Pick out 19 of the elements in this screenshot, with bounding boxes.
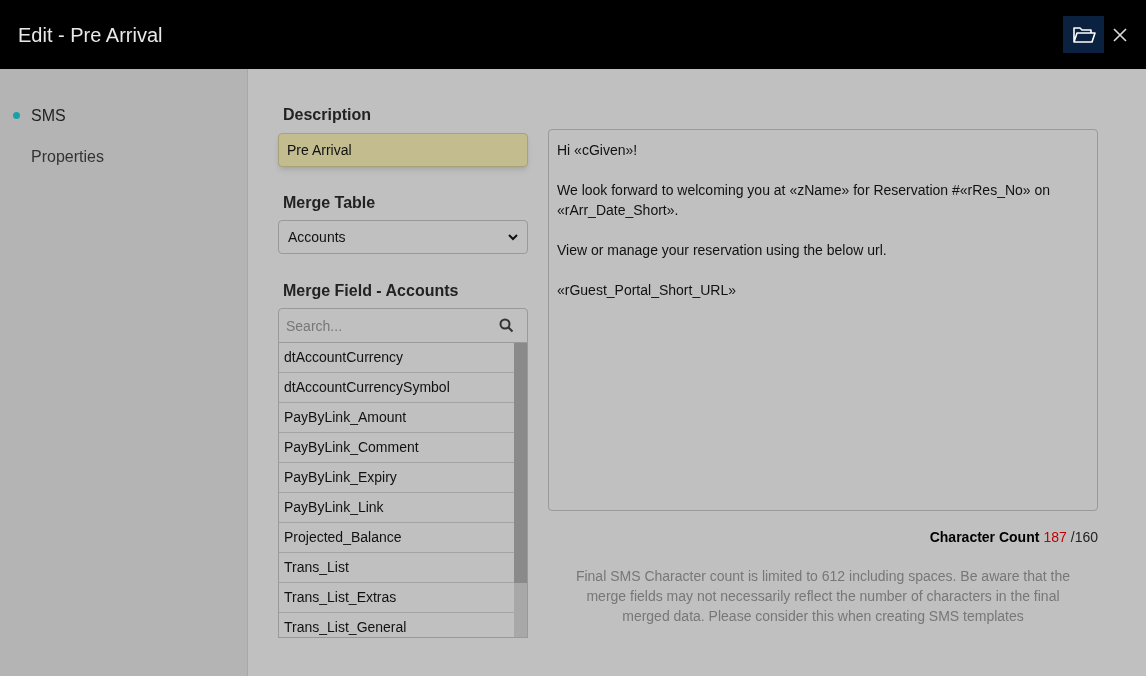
character-count: 187 (1043, 528, 1067, 547)
message-field[interactable]: Hi «cGiven»! We look forward to welcoming you at «zName» for Reservation #«rRes_No» on «rArr_Date_Short». View or manage your reservation using the below url. «rGuest_Portal_Short_URL» (548, 129, 1098, 511)
field-label: Merge Field - Accounts (282, 281, 460, 301)
open-folder-button[interactable] (1063, 16, 1104, 53)
search-field[interactable]: Search... (278, 308, 528, 343)
field-label: Description (282, 105, 372, 125)
character-count-label: Character Count (929, 528, 1040, 547)
field-label: Merge Table (282, 193, 377, 213)
character-limit-note: Final SMS Character count is limited to 612 including spaces. Be aware that the merge fields may not necessarily reflect the number of characters in the final merged data. Please consider this when creating SMS templates (574, 567, 1072, 626)
search-icon (499, 318, 514, 333)
sidebar-item[interactable]: Properties (0, 139, 247, 174)
close-icon (1113, 27, 1127, 42)
folder-icon (1071, 24, 1096, 45)
window-title: Edit - Pre Arrival (18, 22, 164, 48)
description-input[interactable]: Pre Arrival (278, 133, 528, 167)
character-limit: /160 (1070, 528, 1098, 547)
chevron-down-icon (508, 233, 518, 241)
merge-table-select[interactable]: Accounts (278, 220, 528, 254)
sidebar-item[interactable]: SMS (0, 98, 247, 133)
